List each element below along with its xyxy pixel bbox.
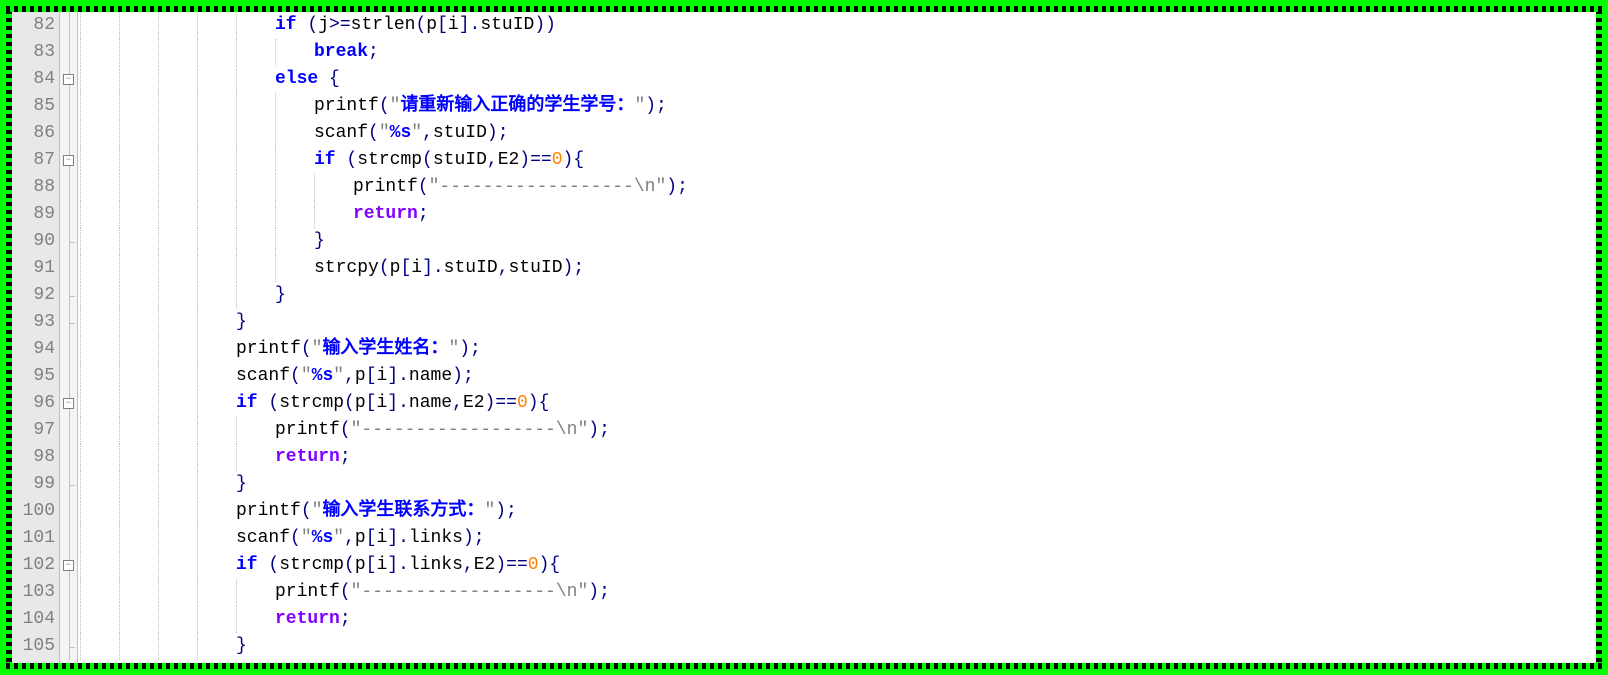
code-line[interactable]: }: [80, 471, 1596, 498]
fold-toggle-icon[interactable]: −: [63, 398, 74, 409]
fold-column[interactable]: − − − −: [60, 12, 78, 663]
line-number: 90: [12, 228, 59, 255]
fold-cell: [60, 606, 77, 633]
line-number: 104: [12, 606, 59, 633]
code-line[interactable]: if (j>=strlen(p[i].stuID)): [80, 12, 1596, 39]
line-number: 102: [12, 552, 59, 579]
fold-cell: [60, 120, 77, 147]
fold-cell: [60, 201, 77, 228]
screenshot-frame: 8283848586878889909192939495969798991001…: [6, 6, 1602, 669]
fold-cell: [60, 579, 77, 606]
line-number: 82: [12, 12, 59, 39]
line-number: 86: [12, 120, 59, 147]
fold-cell: [60, 417, 77, 444]
fold-cell: [60, 174, 77, 201]
code-line[interactable]: return;: [80, 201, 1596, 228]
code-line[interactable]: scanf("%s",p[i].links);: [80, 525, 1596, 552]
code-line[interactable]: else {: [80, 66, 1596, 93]
code-line[interactable]: printf("输入学生姓名：");: [80, 336, 1596, 363]
code-line[interactable]: }: [80, 309, 1596, 336]
fold-cell: [60, 363, 77, 390]
code-line[interactable]: scanf("%s",p[i].name);: [80, 363, 1596, 390]
fold-cell[interactable]: −: [60, 552, 77, 579]
line-number: 97: [12, 417, 59, 444]
line-number: 99: [12, 471, 59, 498]
code-line[interactable]: printf("------------------\n");: [80, 174, 1596, 201]
code-line[interactable]: if (strcmp(stuID,E2)==0){: [80, 147, 1596, 174]
code-line[interactable]: return;: [80, 444, 1596, 471]
fold-cell: [60, 93, 77, 120]
line-number: 93: [12, 309, 59, 336]
code-line[interactable]: }: [80, 282, 1596, 309]
line-number: 83: [12, 39, 59, 66]
fold-cell: [60, 525, 77, 552]
code-line[interactable]: printf("------------------\n");: [80, 579, 1596, 606]
line-number: 105: [12, 633, 59, 660]
fold-cell[interactable]: −: [60, 390, 77, 417]
line-number: 84: [12, 66, 59, 93]
fold-cell: [60, 12, 77, 39]
fold-cell[interactable]: −: [60, 147, 77, 174]
code-line[interactable]: scanf("%s",stuID);: [80, 120, 1596, 147]
fold-cell: [60, 444, 77, 471]
line-number: 88: [12, 174, 59, 201]
fold-toggle-icon[interactable]: −: [63, 560, 74, 571]
fold-toggle-icon[interactable]: −: [63, 74, 74, 85]
code-line[interactable]: strcpy(p[i].stuID,stuID);: [80, 255, 1596, 282]
code-line[interactable]: break;: [80, 39, 1596, 66]
fold-cell: [60, 471, 77, 498]
line-number: 98: [12, 444, 59, 471]
code-line[interactable]: printf("------------------\n");: [80, 417, 1596, 444]
fold-cell: [60, 282, 77, 309]
line-number: 91: [12, 255, 59, 282]
line-number: 92: [12, 282, 59, 309]
line-number: 95: [12, 363, 59, 390]
code-line[interactable]: printf("输入学生联系方式：");: [80, 498, 1596, 525]
fold-cell[interactable]: −: [60, 66, 77, 93]
line-number: 89: [12, 201, 59, 228]
code-line[interactable]: if (strcmp(p[i].name,E2)==0){: [80, 390, 1596, 417]
code-line[interactable]: }: [80, 228, 1596, 255]
line-number: 94: [12, 336, 59, 363]
fold-cell: [60, 228, 77, 255]
code-line[interactable]: printf("请重新输入正确的学生学号：");: [80, 93, 1596, 120]
line-number: 100: [12, 498, 59, 525]
fold-cell: [60, 255, 77, 282]
code-area[interactable]: if (j>=strlen(p[i].stuID))break;else {pr…: [78, 12, 1596, 663]
line-number-gutter: 8283848586878889909192939495969798991001…: [12, 12, 60, 663]
line-number: 85: [12, 93, 59, 120]
line-number: 101: [12, 525, 59, 552]
line-number: 103: [12, 579, 59, 606]
fold-cell: [60, 309, 77, 336]
line-number: 96: [12, 390, 59, 417]
fold-toggle-icon[interactable]: −: [63, 155, 74, 166]
code-line[interactable]: return;: [80, 606, 1596, 633]
code-line[interactable]: if (strcmp(p[i].links,E2)==0){: [80, 552, 1596, 579]
fold-cell: [60, 336, 77, 363]
fold-cell: [60, 39, 77, 66]
code-editor[interactable]: 8283848586878889909192939495969798991001…: [12, 12, 1596, 663]
code-line[interactable]: }: [80, 633, 1596, 660]
fold-cell: [60, 633, 77, 660]
line-number: 87: [12, 147, 59, 174]
fold-cell: [60, 498, 77, 525]
